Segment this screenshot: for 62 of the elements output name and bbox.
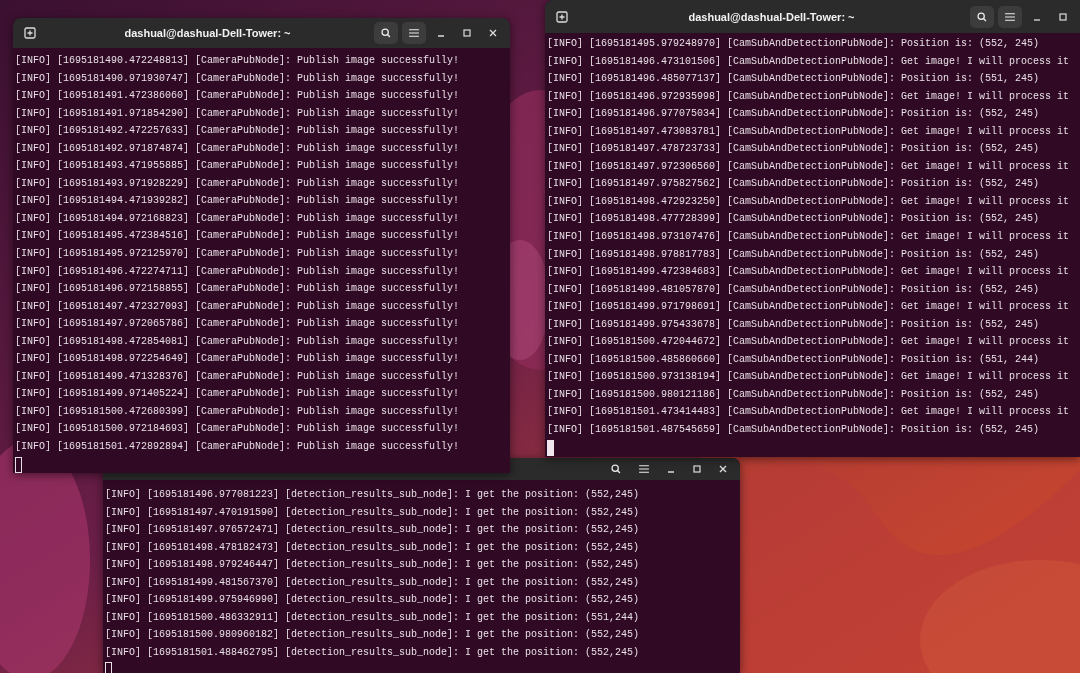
log-line: [INFO] [1695181497.472327093] [CameraPubNode]: Publish image successfully! [15,299,461,314]
log-line: [INFO] [1695181498.477728399] [CamSubAndDetectionPubNode]: Position is: (552, 245) [547,212,1041,227]
log-line: [INFO] [1695181493.971928229] [CameraPubNode]: Publish image successfully! [15,176,461,191]
log-line: [INFO] [1695181494.972168823] [CameraPubNode]: Publish image successfully! [15,211,461,226]
log-line: [INFO] [1695181500.485860660] [CamSubAndDetectionPubNode]: Position is: (551, 244) [547,352,1041,367]
log-line: [INFO] [1695181498.472923250] [CamSubAndDetectionPubNode]: Get image! I will process it [547,194,1071,209]
log-line: [INFO] [1695181492.472257633] [CameraPubNode]: Publish image successfully! [15,124,461,139]
log-line: [INFO] [1695181497.975827562] [CamSubAndDetectionPubNode]: Position is: (552, 245) [547,177,1041,192]
log-line: [INFO] [1695181499.975433678] [CamSubAndDetectionPubNode]: Position is: (552, 245) [547,317,1041,332]
log-line: [INFO] [1695181499.471328376] [CameraPubNode]: Publish image successfully! [15,369,461,384]
log-line: [INFO] [1695181490.472248813] [CameraPubNode]: Publish image successfully! [15,54,461,68]
log-line: [INFO] [1695181500.472044672] [CamSubAndDetectionPubNode]: Get image! I will process it [547,335,1071,350]
log-line: [INFO] [1695181497.976572471] [detection_results_sub_node]: I get the position: (552,245) [105,523,641,538]
log-line: [INFO] [1695181500.486332911] [detection_results_sub_node]: I get the position: (551,244) [105,610,641,625]
log-line: [INFO] [1695181498.973107476] [CamSubAndDetectionPubNode]: Get image! I will process it [547,230,1071,244]
log-line: [INFO] [1695181501.488462795] [detection_results_sub_node]: I get the position: (552,245) [105,645,641,660]
log-line: [INFO] [1695181493.471955885] [CameraPubNode]: Publish image successfully! [15,159,461,174]
log-line: [INFO] [1695181498.978817783] [CamSubAndDetectionPubNode]: Position is: (552, 245) [547,247,1041,262]
window-title: dashual@dashual-Dell-Tower: ~ [123,27,292,39]
log-line: [INFO] [1695181499.971405224] [CameraPubNode]: Publish image successfully! [15,387,461,402]
log-line: [INFO] [1695181491.971854290] [CameraPubNode]: Publish image successfully! [15,106,461,121]
log-line: [INFO] [1695181499.481567370] [detection_results_sub_node]: I get the position: (552,245) [105,575,641,590]
log-line: [INFO] [1695181496.972935998] [CamSubAndDetectionPubNode]: Get image! I will process it [547,89,1071,104]
log-line: [INFO] [1695181496.473101506] [CamSubAndDetectionPubNode]: Get image! I will process it [547,54,1071,69]
log-line: [INFO] [1695181499.481057870] [CamSubAndDetectionPubNode]: Position is: (552, 245) [547,282,1041,297]
log-line: [INFO] [1695181496.485077137] [CamSubAndDetectionPubNode]: Position is: (551, 245) [547,72,1041,87]
log-line: [INFO] [1695181495.472384516] [CameraPubNode]: Publish image successfully! [15,229,461,244]
log-line: [INFO] [1695181498.979246447] [detection_results_sub_node]: I get the position: (552,245) [105,558,641,573]
log-line: [INFO] [1695181500.472680399] [CameraPubNode]: Publish image successfully! [15,404,461,419]
menu-button[interactable] [402,22,426,44]
log-line: [INFO] [1695181498.972254649] [CameraPubNode]: Publish image successfully! [15,352,461,367]
log-line: [INFO] [1695181492.971874874] [CameraPubNode]: Publish image successfully! [15,141,461,156]
log-line: [INFO] [1695181498.478182473] [detection_results_sub_node]: I get the position: (552,245) [105,540,641,555]
log-line: [INFO] [1695181495.979248970] [CamSubAndDetectionPubNode]: Position is: (552, 245) [547,37,1041,51]
log-line: [INFO] [1695181497.478723733] [CamSubAndDetectionPubNode]: Position is: (552, 245) [547,142,1041,157]
log-line: [INFO] [1695181495.972125970] [CameraPubNode]: Publish image successfully! [15,247,461,261]
log-line: [INFO] [1695181491.472386060] [CameraPubNode]: Publish image successfully! [15,89,461,104]
log-line: [INFO] [1695181499.472384683] [CamSubAndDetectionPubNode]: Get image! I will process it [547,265,1071,280]
log-line: [INFO] [1695181499.975946990] [detection_results_sub_node]: I get the position: (552,245) [105,593,641,608]
log-line: [INFO] [1695181500.980960182] [detection_results_sub_node]: I get the position: (552,245) [105,628,641,643]
log-line: [INFO] [1695181496.977075034] [CamSubAndDetectionPubNode]: Position is: (552, 245) [547,107,1041,122]
log-line: [INFO] [1695181501.473414483] [CamSubAndDetectionPubNode]: Get image! I will process it [547,405,1071,420]
log-line: [INFO] [1695181498.472854081] [CameraPubNode]: Publish image successfully! [15,334,461,349]
log-line: [INFO] [1695181497.972306560] [CamSubAndDetectionPubNode]: Get image! I will process it [547,159,1071,174]
log-line: [INFO] [1695181496.977081223] [detection_results_sub_node]: I get the position: (552,245) [105,488,641,502]
log-line: [INFO] [1695181497.470191590] [detection_results_sub_node]: I get the position: (552,245) [105,505,641,520]
log-line: [INFO] [1695181500.973138194] [CamSubAndDetectionPubNode]: Get image! I will process it [547,370,1071,385]
menu-button[interactable] [998,5,1022,28]
log-line: [INFO] [1695181501.487545659] [CamSubAndDetectionPubNode]: Position is: (552, 245) [547,423,1041,438]
log-line: [INFO] [1695181500.972184693] [CameraPubNode]: Publish image successfully! [15,422,461,437]
search-button[interactable] [970,5,994,28]
log-line: [INFO] [1695181500.980121186] [CamSubAndDetectionPubNode]: Position is: (552, 245) [547,387,1041,402]
log-line: [INFO] [1695181490.971930747] [CameraPubNode]: Publish image successfully! [15,71,461,86]
log-line: [INFO] [1695181496.472274711] [CameraPubNode]: Publish image successfully! [15,264,461,279]
log-line: [INFO] [1695181497.473083781] [CamSubAndDetectionPubNode]: Get image! I will process it [547,124,1071,139]
window-title: dashual@dashual-Dell-Tower: ~ [687,10,856,23]
search-button[interactable] [374,22,398,44]
log-line: [INFO] [1695181501.472892894] [CameraPubNode]: Publish image successfully! [15,440,461,455]
log-line: [INFO] [1695181496.972158855] [CameraPubNode]: Publish image successfully! [15,282,461,297]
log-line: [INFO] [1695181494.471939282] [CameraPubNode]: Publish image successfully! [15,194,461,209]
log-line: [INFO] [1695181497.972065786] [CameraPubNode]: Publish image successfully! [15,317,461,332]
log-line: [INFO] [1695181499.971798691] [CamSubAndDetectionPubNode]: Get image! I will process it [547,300,1071,315]
